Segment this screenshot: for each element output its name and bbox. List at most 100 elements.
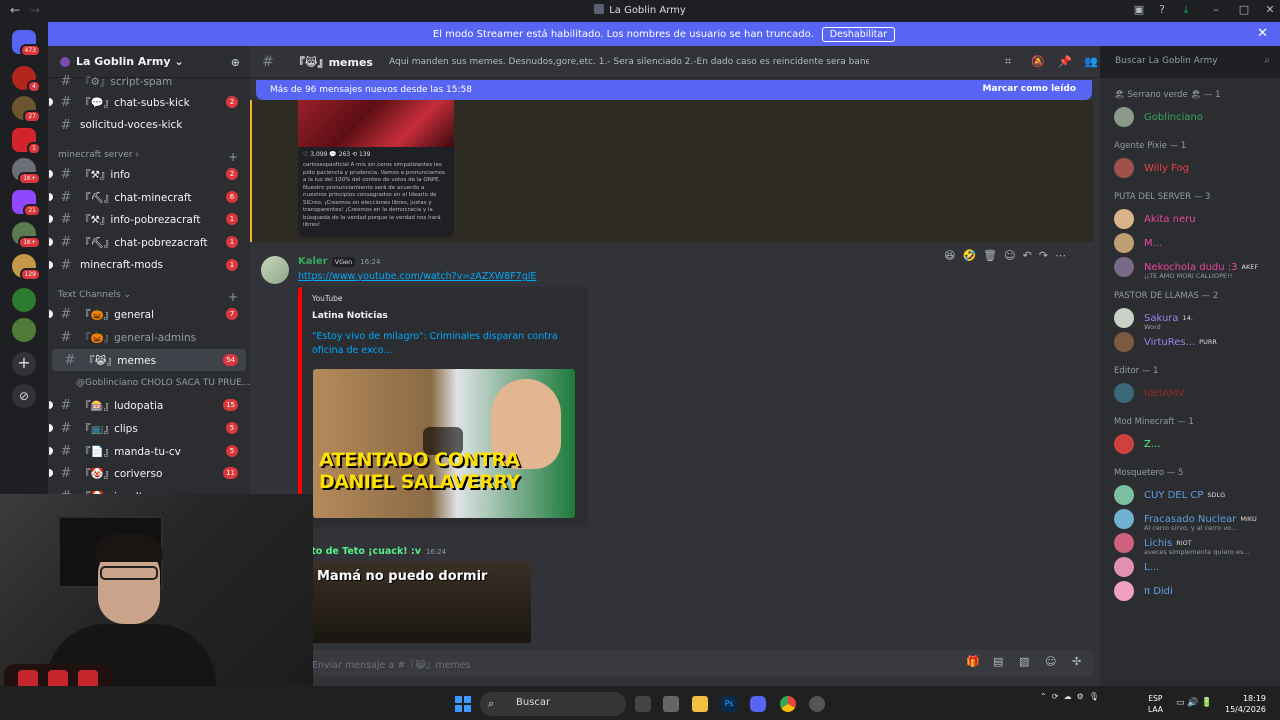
discord-icon[interactable] bbox=[750, 696, 766, 712]
server-icon[interactable]: 1K+ bbox=[12, 158, 41, 185]
channel-item[interactable]: # 『📺』clips 5 bbox=[48, 417, 250, 439]
channel-item[interactable]: # 『💬』chat-subs-kick 2 bbox=[48, 91, 250, 113]
new-messages-bar[interactable]: Más de 96 mensajes nuevos desde las 15:5… bbox=[256, 80, 1092, 100]
channel-item[interactable]: # 『🎰』ludopatia 15 bbox=[48, 394, 250, 416]
channel-item[interactable]: # 『⚒』info 2 bbox=[48, 163, 250, 185]
threads-icon[interactable]: ⌗ bbox=[1005, 55, 1011, 69]
direct-messages-icon[interactable]: 473 bbox=[12, 30, 41, 57]
channel-item-active[interactable]: # 『😹』memes 54 bbox=[52, 349, 246, 371]
member-item[interactable]: Sakura 14. Word bbox=[1114, 306, 1274, 331]
member-item[interactable]: Z... bbox=[1114, 432, 1274, 456]
minimize-icon[interactable]: – bbox=[1208, 3, 1224, 19]
search-input[interactable]: Buscar La Goblin Army ⌕ bbox=[1108, 52, 1276, 72]
avatar bbox=[1114, 434, 1134, 454]
channel-item[interactable]: # 『🤡』coriverso 11 bbox=[48, 462, 250, 484]
task-view-icon[interactable] bbox=[635, 696, 651, 712]
inbox-icon[interactable]: ▣ bbox=[1131, 3, 1147, 19]
discover-icon[interactable]: ⊘ bbox=[12, 384, 36, 408]
channel-item[interactable]: # 『⚒』info-pobrezacraft 1 bbox=[48, 208, 250, 230]
add-channel-icon[interactable]: + bbox=[228, 290, 238, 304]
download-icon[interactable]: ⤓ bbox=[1178, 3, 1194, 19]
gif-attachment[interactable]: Mamá no puedo dormir bbox=[313, 561, 531, 643]
member-item[interactable]: VirtuRes... PURR bbox=[1114, 330, 1274, 354]
emoji-icon[interactable]: ☺ bbox=[1045, 655, 1056, 668]
member-list-icon[interactable]: 👥 bbox=[1084, 55, 1098, 68]
author-name[interactable]: pato de Teto ¡cuack! :v bbox=[298, 546, 421, 557]
member-item[interactable]: Nekochola dudu :3 AKEF ¡¡TE AMO MORI CALLI… bbox=[1114, 255, 1274, 280]
twitch-server-icon[interactable]: 21 bbox=[12, 190, 41, 217]
more-options-icon[interactable]: ⋯ bbox=[1055, 249, 1066, 262]
gift-icon[interactable]: 🎁 bbox=[966, 655, 980, 668]
channel-item[interactable]: # 『⛏』chat-minecraft 6 bbox=[48, 186, 250, 208]
member-item[interactable]: Goblinciano bbox=[1114, 105, 1274, 129]
video-thumbnail[interactable]: ATENTADO CONTRA DANIEL SALAVERRY bbox=[313, 369, 575, 518]
channel-item[interactable]: # 『⛏』chat-pobrezacraft 1 bbox=[48, 231, 250, 253]
server-icon[interactable] bbox=[12, 318, 36, 342]
embed-title[interactable]: "Estoy vivo de milagro": Criminales disp… bbox=[312, 330, 572, 358]
member-item[interactable]: Willy Fog bbox=[1114, 156, 1274, 180]
category-minecraft[interactable]: minecraft server › + bbox=[58, 150, 238, 164]
channel-item[interactable]: # minecraft-mods 1 bbox=[48, 254, 250, 276]
member-item[interactable]: CUY DEL CP SDLG bbox=[1114, 483, 1274, 507]
category-text-channels[interactable]: Text Channels ⌄ + bbox=[58, 290, 238, 304]
member-item[interactable]: M... bbox=[1114, 231, 1274, 255]
channel-topic[interactable]: Aqui manden sus memes. Desnudos,gore,etc… bbox=[389, 57, 869, 67]
clock[interactable]: 18:19 15/4/2026 bbox=[1225, 693, 1266, 715]
channel-item[interactable]: # 『⚙』script-spam bbox=[48, 70, 250, 92]
disable-streamer-button[interactable]: Deshabilitar bbox=[821, 26, 896, 42]
add-reaction-icon[interactable]: ☺ bbox=[1004, 249, 1015, 262]
system-tray[interactable]: ⌃ ⟳ ☁ ⚙ 🎙 bbox=[1040, 692, 1099, 701]
avatar bbox=[1114, 485, 1134, 505]
reaction-emoji-icon[interactable]: 😆 bbox=[944, 249, 955, 262]
channel-item[interactable]: # 『🎃』general-admins bbox=[48, 326, 250, 348]
pin-icon[interactable]: 📌 bbox=[1058, 55, 1072, 68]
forward-icon[interactable]: ↷ bbox=[1039, 249, 1048, 262]
member-item[interactable]: IdelAMV bbox=[1114, 381, 1274, 405]
thread-item[interactable]: @Goblinciano CHOLO SACA TU PRUE... bbox=[48, 372, 250, 394]
member-item[interactable]: Akita neru bbox=[1114, 207, 1274, 231]
language-indicator[interactable]: ESP LAA bbox=[1148, 693, 1163, 715]
sticker-icon[interactable]: ▧ bbox=[1019, 655, 1029, 668]
close-window-icon[interactable]: ✕ bbox=[1262, 3, 1278, 19]
photoshop-icon[interactable]: Ps bbox=[721, 696, 737, 712]
server-icon[interactable]: 1K+ bbox=[12, 222, 41, 249]
app-icon[interactable] bbox=[809, 696, 825, 712]
file-explorer-icon[interactable] bbox=[692, 696, 708, 712]
member-item[interactable]: Fracasado Nuclear MIKU Al cerro sirvo, y a… bbox=[1114, 507, 1274, 532]
gif-icon[interactable]: ▤ bbox=[993, 655, 1003, 668]
instagram-embed-image[interactable]: ♡ 3,099 💬 263 ⟲ 139 carlosespaoficial A … bbox=[298, 100, 454, 237]
taskbar-search[interactable]: ⌕ Buscar bbox=[480, 692, 626, 716]
windows-start-icon[interactable] bbox=[455, 696, 471, 712]
close-banner-icon[interactable]: ✕ bbox=[1257, 26, 1268, 41]
reaction-emoji-icon[interactable]: 🤣 bbox=[962, 249, 976, 262]
avatar[interactable] bbox=[261, 256, 289, 284]
app-icon[interactable] bbox=[663, 696, 679, 712]
member-item[interactable]: π Didi bbox=[1114, 579, 1274, 603]
youtube-link[interactable]: https://www.youtube.com/watch?v=zAZXW8F7… bbox=[298, 271, 536, 282]
server-icon[interactable]: 1 bbox=[12, 128, 41, 155]
server-icon[interactable] bbox=[12, 288, 36, 312]
author-name[interactable]: Kaler bbox=[298, 256, 328, 267]
server-icon[interactable]: 27 bbox=[12, 96, 41, 123]
add-channel-icon[interactable]: + bbox=[228, 150, 238, 164]
embed-author[interactable]: Latina Noticias bbox=[312, 311, 388, 321]
channel-item[interactable]: # 『🎃』general 7 bbox=[48, 303, 250, 325]
channel-item[interactable]: # solicitud-voces-kick bbox=[48, 114, 250, 136]
mute-bell-icon[interactable]: 🔕 bbox=[1031, 55, 1045, 68]
help-icon[interactable]: ? bbox=[1154, 3, 1170, 19]
mark-as-read-button[interactable]: Marcar como leído bbox=[982, 84, 1076, 94]
add-server-icon[interactable]: + bbox=[12, 352, 36, 376]
maximize-icon[interactable]: □ bbox=[1236, 3, 1252, 19]
apps-icon[interactable]: ✣ bbox=[1072, 655, 1081, 668]
reply-icon[interactable]: ↶ bbox=[1023, 249, 1032, 262]
network-volume-icons[interactable]: ▭ 🔊 🔋 bbox=[1176, 698, 1213, 708]
invite-icon[interactable]: ⊕ bbox=[231, 56, 240, 69]
server-icon[interactable]: 129 bbox=[12, 254, 41, 281]
member-item[interactable]: Lichis RIOT aveces simplemente quiero es..… bbox=[1114, 531, 1274, 556]
member-item[interactable]: L... bbox=[1114, 555, 1274, 579]
server-icon[interactable]: 4 bbox=[12, 66, 41, 93]
message-input[interactable]: Enviar mensaje a #『😹』memes 🎁 ▤ ▧ ☺ ✣ bbox=[262, 650, 1094, 676]
channel-item[interactable]: # 『📄』manda-tu-cv 5 bbox=[48, 440, 250, 462]
chrome-icon[interactable] bbox=[780, 696, 796, 712]
reaction-emoji-icon[interactable]: 🗑 bbox=[983, 249, 997, 262]
